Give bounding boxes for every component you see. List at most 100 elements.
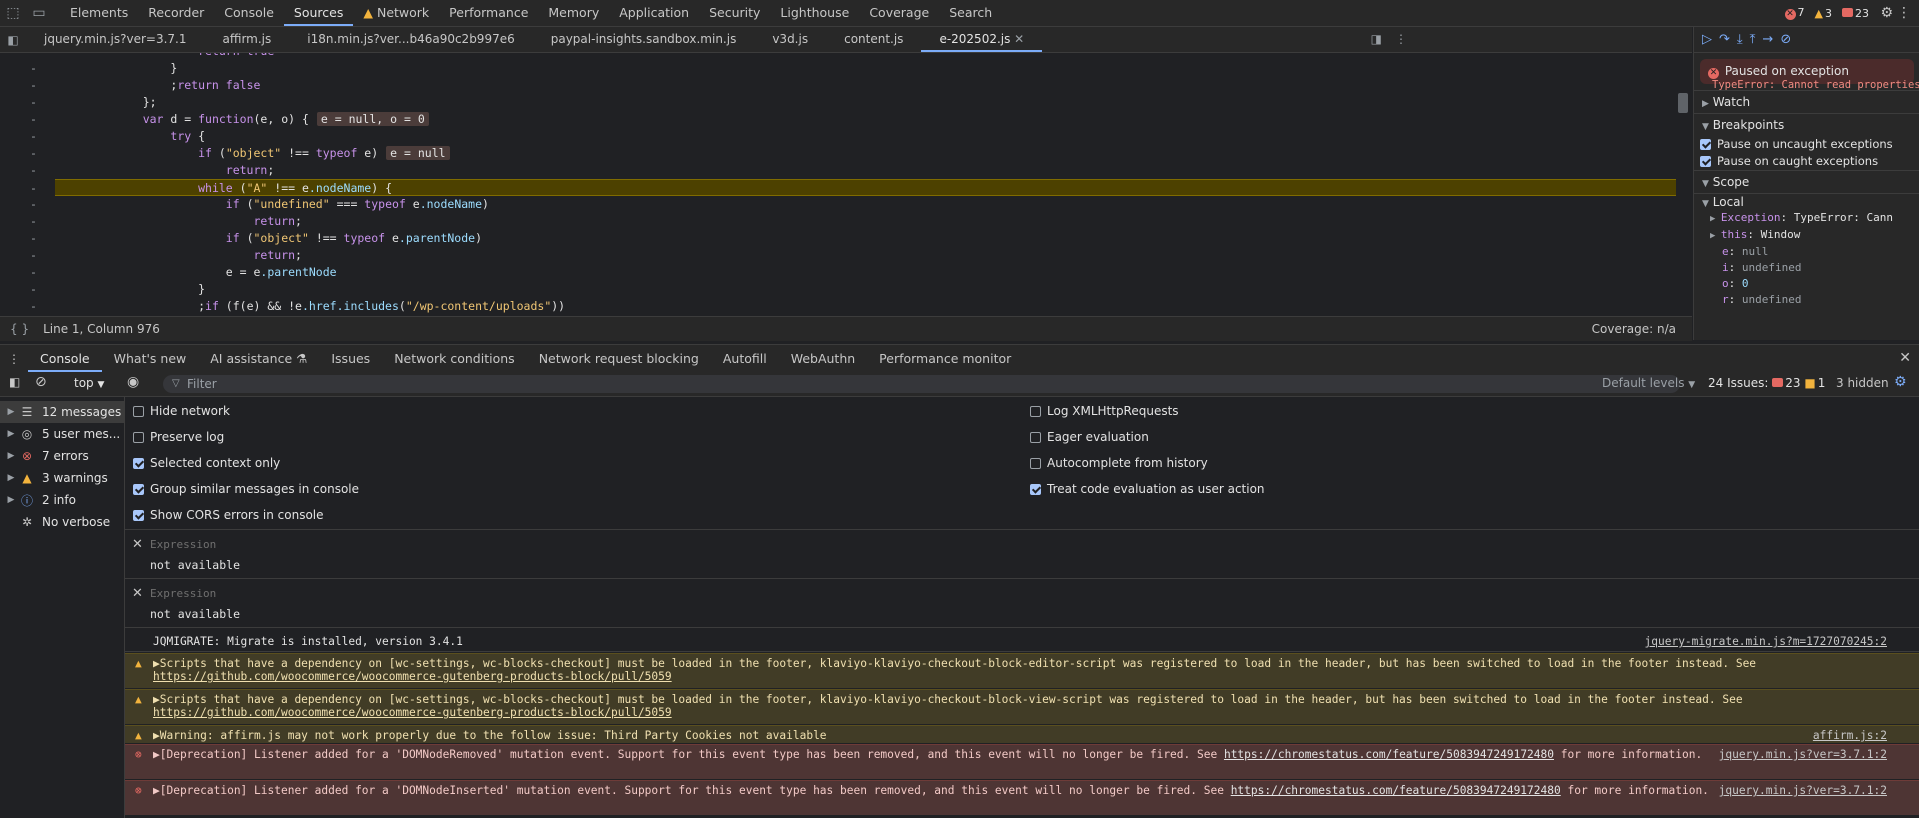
error-count[interactable]: ✕ 7 [1784,6,1805,20]
code-line[interactable]: - }; [0,94,1676,111]
pause-uncaught-option[interactable]: Pause on uncaught exceptions [1694,136,1919,153]
code-line[interactable]: - ;return false [0,77,1676,94]
resume-icon[interactable]: ▷ [1702,32,1712,47]
drawer-tab-ai-assistance[interactable]: AI assistance ⚗ [198,345,319,372]
scope-var-e[interactable]: e: null [1694,244,1919,260]
code-line[interactable]: - try { [0,128,1676,145]
line-gutter[interactable]: - [30,264,37,281]
code-line[interactable]: - e = e.parentNode [0,264,1676,281]
code-line[interactable]: - if ("object" !== typeof e) e = null [0,145,1676,162]
tab-sources[interactable]: Sources [283,0,354,26]
editor-scrollbar[interactable] [1676,53,1692,315]
line-gutter[interactable]: - [30,53,37,60]
setting-autocomplete-from-history[interactable]: Autocomplete from history [1030,453,1208,473]
code-line[interactable]: - ;if (f(e) && !e.href.includes("/wp-con… [0,298,1676,315]
console-sidebar-toggle-icon[interactable]: ◧ [9,375,20,389]
code-line[interactable]: - return true [0,53,1676,60]
code-line[interactable]: - return; [0,247,1676,264]
checkbox-preserve-log[interactable] [133,432,144,443]
message-link[interactable]: https://github.com/woocommerce/woocommer… [153,706,672,719]
step-into-icon[interactable]: ⤓ [1737,32,1743,47]
issue-count[interactable]: 23 [1842,7,1869,20]
setting-preserve-log[interactable]: Preserve log [133,427,224,447]
toggle-navigator-icon[interactable]: ◧ [0,33,26,47]
file-tab-v3d-js[interactable]: v3d.js [754,27,826,52]
message-source-link[interactable]: jquery.min.js?ver=3.7.1:2 [1719,748,1887,761]
warning-count[interactable]: ▲ 3 [1815,7,1832,20]
settings-gear-icon[interactable]: ⚙ [1880,0,1893,26]
console-message-warning[interactable]: ▲ ▶Warning: affirm.js may not work proper… [125,725,1919,743]
checkbox-eager-evaluation[interactable] [1030,432,1041,443]
scrollbar-thumb[interactable] [1678,93,1688,113]
setting-show-cors-errors-in-console[interactable]: Show CORS errors in console [133,505,324,525]
close-expression-icon[interactable]: ✕ [132,537,143,552]
message-link[interactable]: https://github.com/woocommerce/woocommer… [153,670,672,683]
code-line[interactable]: - var d = function(e, o) {e = null, o = … [0,111,1676,128]
message-link[interactable]: https://chromestatus.com/feature/5083947… [1231,784,1561,797]
code-line[interactable]: - if ("undefined" === typeof e.nodeName) [0,196,1676,213]
message-link[interactable]: https://chromestatus.com/feature/5083947… [1224,748,1554,761]
line-gutter[interactable]: - [30,111,37,128]
code-line[interactable]: - } [0,281,1676,298]
message-source-link[interactable]: jquery-migrate.min.js?m=1727070245:2 [1645,635,1887,648]
sidebar-item-2-info[interactable]: ▶ ⓘ 2 info [0,489,124,511]
pause-caught-option[interactable]: Pause on caught exceptions [1694,153,1919,170]
more-menu-icon[interactable]: ⋮ [1897,0,1911,26]
console-message-warning[interactable]: ▲ ▶Scripts that have a dependency on [wc-… [125,653,1919,688]
toggle-debugger-icon[interactable]: ◨ [1371,27,1382,52]
pretty-print-icon[interactable]: { } [10,322,29,336]
sidebar-item-3-warnings[interactable]: ▶ ▲ 3 warnings [0,467,124,489]
inspect-element-icon[interactable]: ⬚ [0,0,26,26]
scope-var-i[interactable]: i: undefined [1694,260,1919,276]
drawer-tab-console[interactable]: Console [28,345,102,372]
code-line[interactable]: - return; [0,213,1676,230]
tab-application[interactable]: Application [609,0,699,26]
local-scope[interactable]: ▼ Local [1694,193,1919,210]
step-out-icon[interactable]: ⤒ [1750,32,1756,47]
drawer-tab-performance-monitor[interactable]: Performance monitor [867,345,1023,372]
message-source-link[interactable]: jquery.min.js?ver=3.7.1:2 [1719,784,1887,797]
setting-selected-context-only[interactable]: Selected context only [133,453,280,473]
sidebar-item-12-messages[interactable]: ▶ ☰ 12 messages [0,401,124,423]
live-expression[interactable]: ✕ Expression not available [125,530,1919,579]
pause-uncaught-checkbox[interactable] [1700,139,1711,150]
line-gutter[interactable]: - [30,180,37,197]
checkbox-hide-network[interactable] [133,406,144,417]
line-gutter[interactable]: - [30,196,37,213]
context-selector[interactable]: top ▼ [74,376,104,390]
drawer-tab-what-s-new[interactable]: What's new [102,345,199,372]
file-tab-jquery-min-js-ver-3-7-1[interactable]: jquery.min.js?ver=3.7.1 [26,27,204,52]
file-tab-paypal-insights-sandbox-min-js[interactable]: paypal-insights.sandbox.min.js [533,27,755,52]
code-editor[interactable]: - return true - } - ;return false- };- var… [0,53,1676,315]
line-gutter[interactable]: - [30,60,37,77]
setting-group-similar-messages-in-console[interactable]: Group similar messages in console [133,479,359,499]
coverage-status[interactable]: Coverage: n/a [1592,322,1676,336]
message-source-link[interactable]: affirm.js:2 [1813,729,1887,742]
close-expression-icon[interactable]: ✕ [132,586,143,601]
sidebar-item-no-verbose[interactable]: ✲ No verbose [0,511,124,533]
line-gutter[interactable]: - [30,247,37,264]
sidebar-item-7-errors[interactable]: ▶ ⊗ 7 errors [0,445,124,467]
scope-var-o[interactable]: o: 0 [1694,276,1919,292]
line-gutter[interactable]: - [30,281,37,298]
scope-var-r[interactable]: r: undefined [1694,292,1919,308]
file-tab-i18n-min-js-ver-b46a90c2b997e6[interactable]: i18n.min.js?ver...b46a90c2b997e6 [289,27,532,52]
setting-treat-code-evaluation-as-user-action[interactable]: Treat code evaluation as user action [1030,479,1265,499]
code-line[interactable]: - return; [0,162,1676,179]
line-gutter[interactable]: - [30,230,37,247]
step-over-icon[interactable]: ↷ [1719,32,1730,47]
tab-memory[interactable]: Memory [538,0,609,26]
tab-recorder[interactable]: Recorder [138,0,214,26]
scope-var-exception[interactable]: ▶ Exception: TypeError: Cann [1694,210,1919,227]
line-gutter[interactable]: - [30,77,37,94]
line-gutter[interactable]: - [30,213,37,230]
file-tab-e-202502-js[interactable]: e-202502.js ✕ [921,27,1043,52]
execution-line[interactable]: - while ("A" !== e.nodeName) { [30,179,1676,196]
line-gutter[interactable]: - [30,94,37,111]
console-message-warning[interactable]: ▲ ▶Scripts that have a dependency on [wc-… [125,689,1919,724]
tab-coverage[interactable]: Coverage [859,0,939,26]
line-gutter[interactable]: - [30,145,37,162]
tab-performance[interactable]: Performance [439,0,538,26]
pause-caught-checkbox[interactable] [1700,156,1711,167]
checkbox-log-xmlhttprequests[interactable] [1030,406,1041,417]
